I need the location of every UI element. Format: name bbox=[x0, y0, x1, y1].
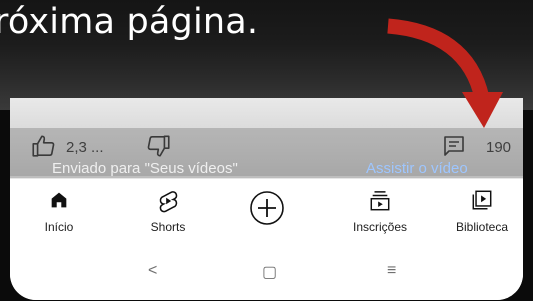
create-plus-icon bbox=[250, 191, 284, 225]
nav-label-shorts: Shorts bbox=[150, 220, 186, 234]
nav-item-home[interactable]: Início bbox=[14, 179, 104, 241]
shorts-icon bbox=[159, 191, 178, 213]
comment-icon[interactable] bbox=[442, 134, 466, 158]
phone-screen: 2,3 ... 190 Enviado para "Seus vídeos" A… bbox=[10, 98, 523, 300]
bottom-navigation: Início Shorts Inscrições Biblioteca bbox=[10, 178, 523, 241]
home-icon bbox=[51, 192, 67, 208]
dislike-icon[interactable] bbox=[146, 133, 172, 159]
nav-item-create[interactable] bbox=[222, 179, 312, 241]
overlay-caption: róxima página. bbox=[0, 2, 259, 42]
watch-video-link[interactable]: Assistir o vídeo bbox=[366, 160, 468, 177]
nav-item-shorts[interactable]: Shorts bbox=[123, 179, 213, 241]
like-count: 2,3 ... bbox=[66, 139, 104, 156]
nav-label-home: Início bbox=[44, 220, 74, 234]
nav-item-subscriptions[interactable]: Inscrições bbox=[335, 179, 425, 241]
system-back-button[interactable]: < bbox=[148, 262, 157, 280]
comment-count: 190 bbox=[486, 139, 512, 156]
like-icon[interactable] bbox=[30, 133, 56, 159]
nav-label-subscriptions: Inscrições bbox=[352, 220, 408, 234]
system-navigation-bar: < ▢ ≡ bbox=[10, 240, 523, 300]
nav-item-library[interactable]: Biblioteca bbox=[437, 179, 523, 241]
subscriptions-icon bbox=[370, 191, 390, 211]
system-recents-button[interactable]: ≡ bbox=[387, 262, 396, 280]
library-icon bbox=[472, 190, 492, 210]
nav-label-library: Biblioteca bbox=[455, 220, 509, 234]
system-home-button[interactable]: ▢ bbox=[262, 262, 277, 282]
upload-status-text: Enviado para "Seus vídeos" bbox=[52, 160, 238, 177]
